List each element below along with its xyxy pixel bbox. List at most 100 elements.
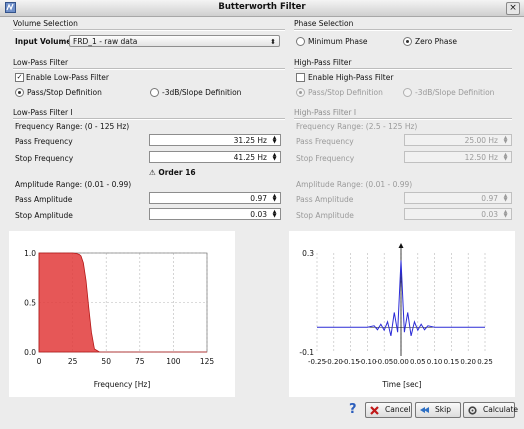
low-pass-filter-title: Low-Pass Filter (13, 58, 69, 67)
impulse-xlabel: Time [sec] (381, 380, 421, 389)
impulse-x-tick-label: -0.25 (308, 358, 326, 366)
input-volume-label: Input Volume (15, 37, 72, 46)
order-indicator: ⚠ Order 16 (149, 168, 196, 177)
impulse-x-tick-label: -0.10 (358, 358, 376, 366)
low-pass-stop-amplitude-value: 0.03 (250, 210, 267, 219)
low-pass-stop-frequency-label: Stop Frequency (15, 154, 74, 163)
low-pass-pass-frequency-value: 31.25 Hz (233, 136, 267, 145)
spin-arrows-icon[interactable]: ▲ ▼ (501, 194, 510, 203)
divider (13, 118, 285, 120)
low-pass-amplitude-range: Amplitude Range: (0.01 - 0.99) (15, 180, 132, 189)
frequency-x-tick-label: 125 (200, 357, 215, 366)
window-title: Butterworth Filter (218, 2, 306, 12)
calculate-gear-icon (468, 406, 477, 415)
minimum-phase-label: Minimum Phase (308, 37, 368, 46)
low-pass-stop-amplitude-spinbox[interactable]: 0.03 ▲ ▼ (149, 208, 281, 220)
frequency-x-tick-label: 25 (68, 357, 78, 366)
cancel-icon (370, 406, 379, 415)
spin-arrows-icon[interactable]: ▲ ▼ (501, 210, 510, 219)
low-pass-pass-stop-radio[interactable] (15, 88, 24, 97)
updown-arrow-icon: ⬍ (270, 38, 276, 46)
impulse-y-tick-label: 0.3 (302, 249, 314, 258)
skip-icon (420, 407, 429, 413)
low-pass-frequency-range: Frequency Range: (0 - 125 Hz) (15, 122, 130, 131)
minimum-phase-radio[interactable] (296, 37, 305, 46)
frequency-x-tick-label: 100 (166, 357, 181, 366)
skip-label: Skip (435, 405, 451, 414)
frequency-y-tick-label: 0.0 (24, 348, 36, 357)
spin-arrows-icon[interactable]: ▲ ▼ (501, 136, 510, 145)
impulse-x-tick-label: -0.05 (375, 358, 393, 366)
high-pass-3db-slope-label: -3dB/Slope Definition (415, 88, 495, 97)
spin-arrows-icon[interactable]: ▲ ▼ (270, 136, 279, 145)
low-pass-pass-amplitude-spinbox[interactable]: 0.97 ▲ ▼ (149, 192, 281, 204)
high-pass-pass-amplitude-spinbox[interactable]: 0.97 ▲ ▼ (404, 192, 512, 204)
impulse-x-tick-label: -0.15 (342, 358, 360, 366)
high-pass-stop-amplitude-label: Stop Amplitude (296, 211, 354, 220)
title-bar: Butterworth Filter × (0, 0, 524, 17)
spin-arrows-icon[interactable]: ▲ ▼ (270, 210, 279, 219)
zero-phase-radio[interactable] (403, 37, 412, 46)
high-pass-pass-amplitude-label: Pass Amplitude (296, 195, 354, 204)
frequency-y-tick-label: 1.0 (24, 249, 36, 258)
impulse-response-chart: -0.25-0.20-0.15-0.10-0.05 0.00 0.05 0.10 0.1… (289, 231, 515, 397)
low-pass-pass-amplitude-label: Pass Amplitude (15, 195, 73, 204)
high-pass-3db-slope-radio[interactable] (403, 88, 412, 97)
impulse-x-tick-label: 0.00 (393, 358, 409, 366)
divider (294, 68, 512, 70)
skip-button[interactable]: Skip (415, 402, 461, 418)
impulse-chart-background (289, 231, 515, 397)
low-pass-3db-slope-radio[interactable] (150, 88, 159, 97)
impulse-x-tick-label: 0.25 (477, 358, 493, 366)
low-pass-pass-amplitude-value: 0.97 (250, 194, 267, 203)
enable-high-pass-label: Enable High-Pass Filter (308, 73, 394, 82)
frequency-response-chart: 0 25 50 75 100 125 0.0 0.5 1.0 Frequency [Hz] (9, 231, 235, 397)
enable-high-pass-checkbox[interactable] (296, 73, 305, 82)
high-pass-stop-amplitude-value: 0.03 (481, 210, 498, 219)
high-pass-stop-frequency-label: Stop Frequency (296, 154, 355, 163)
high-pass-pass-frequency-value: 25.00 Hz (464, 136, 498, 145)
spin-arrows-icon[interactable]: ▲ ▼ (501, 153, 510, 162)
high-pass-pass-stop-label: Pass/Stop Definition (308, 88, 383, 97)
spin-arrows-icon[interactable]: ▲ ▼ (270, 194, 279, 203)
close-icon[interactable]: × (506, 2, 520, 15)
impulse-x-tick-label: 0.15 (444, 358, 460, 366)
high-pass-amplitude-range: Amplitude Range: (0.01 - 0.99) (296, 180, 413, 189)
divider (13, 29, 285, 31)
calculate-button[interactable]: Calculate (463, 402, 519, 418)
high-pass-pass-frequency-label: Pass Frequency (296, 137, 354, 146)
high-pass-filter-title: High-Pass Filter (294, 58, 352, 67)
divider (294, 118, 512, 120)
low-pass-3db-slope-label: -3dB/Slope Definition (162, 88, 242, 97)
high-pass-stop-frequency-spinbox[interactable]: 12.50 Hz ▲ ▼ (404, 151, 512, 163)
help-icon[interactable]: ? (349, 402, 357, 417)
impulse-x-tick-label: 0.05 (410, 358, 426, 366)
high-pass-pass-frequency-spinbox[interactable]: 25.00 Hz ▲ ▼ (404, 134, 512, 146)
high-pass-pass-amplitude-value: 0.97 (481, 194, 498, 203)
spin-arrows-icon[interactable]: ▲ ▼ (270, 153, 279, 162)
high-pass-params-title: High-Pass Filter I (294, 108, 357, 117)
frequency-x-tick-label: 0 (37, 357, 42, 366)
impulse-y-tick-label: -0.1 (299, 348, 314, 357)
calculate-label: Calculate (483, 405, 519, 414)
high-pass-pass-stop-radio[interactable] (296, 88, 305, 97)
high-pass-stop-amplitude-spinbox[interactable]: 0.03 ▲ ▼ (404, 208, 512, 220)
volume-selection-title: Volume Selection (13, 19, 78, 28)
low-pass-stop-frequency-spinbox[interactable]: 41.25 Hz ▲ ▼ (149, 151, 281, 163)
frequency-x-tick-label: 75 (135, 357, 145, 366)
input-volume-value: FRD_1 - raw data (73, 37, 138, 46)
low-pass-pass-frequency-label: Pass Frequency (15, 137, 73, 146)
frequency-y-tick-label: 0.5 (24, 299, 36, 308)
order-value: Order 16 (158, 168, 196, 177)
high-pass-frequency-range: Frequency Range: (2.5 - 125 Hz) (296, 122, 418, 131)
frequency-xlabel: Frequency [Hz] (94, 380, 151, 389)
high-pass-stop-frequency-value: 12.50 Hz (464, 153, 498, 162)
enable-low-pass-checkbox[interactable]: ✓ (15, 73, 24, 82)
low-pass-pass-frequency-spinbox[interactable]: 31.25 Hz ▲ ▼ (149, 134, 281, 146)
low-pass-stop-amplitude-label: Stop Amplitude (15, 211, 73, 220)
cancel-button[interactable]: Cancel (365, 402, 412, 418)
warning-icon: ⚠ (149, 168, 156, 177)
input-volume-combo[interactable]: FRD_1 - raw data ⬍ (69, 35, 280, 47)
impulse-x-tick-label: 0.10 (427, 358, 443, 366)
divider (294, 29, 512, 31)
